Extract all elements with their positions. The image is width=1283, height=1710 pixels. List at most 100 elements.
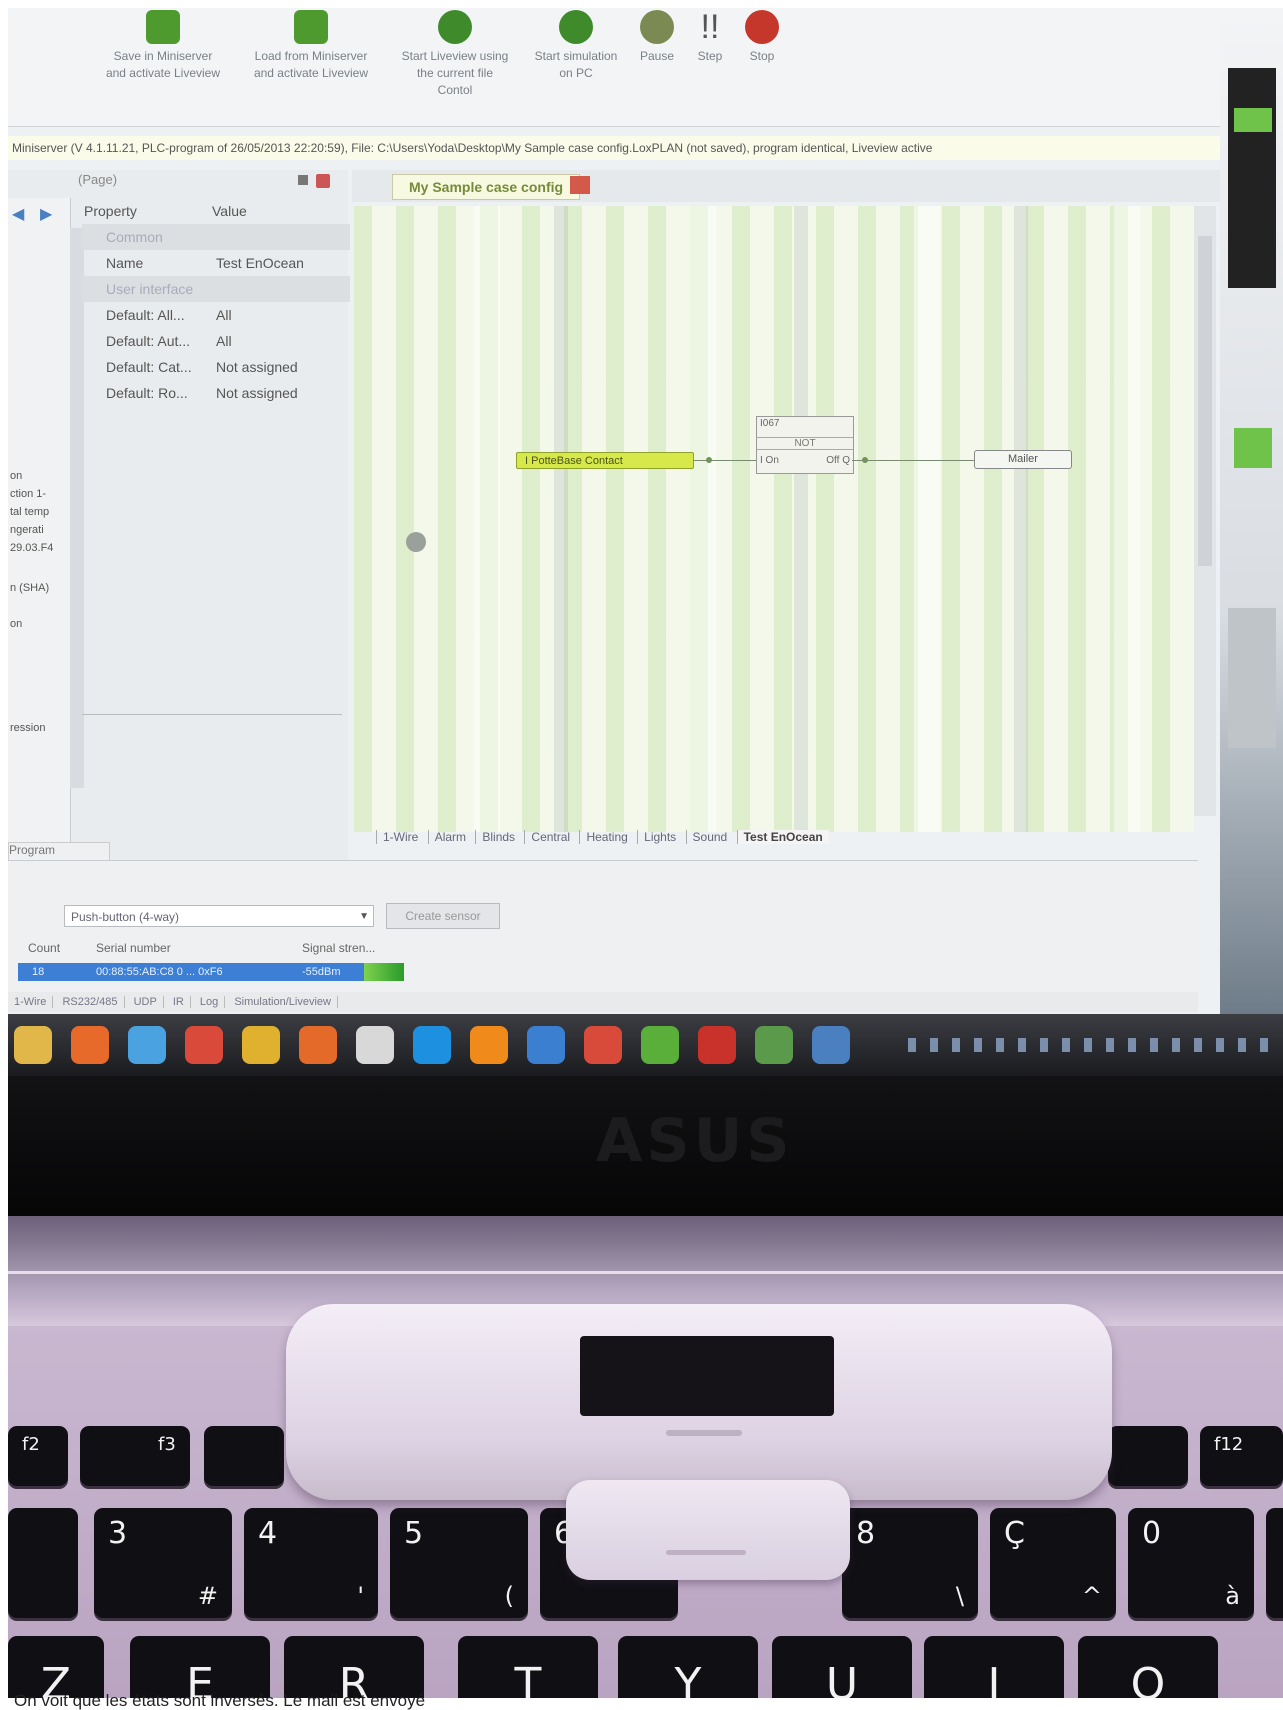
output-block[interactable]: Mailer: [974, 450, 1072, 469]
tab-1-wire[interactable]: 1-Wire: [376, 830, 425, 844]
tab-1-wire-monitor[interactable]: 1-Wire: [8, 996, 54, 1008]
property-row[interactable]: Default: All... All: [82, 302, 350, 328]
firefox-icon[interactable]: [299, 1026, 337, 1064]
app-icon[interactable]: [185, 1026, 223, 1064]
canvas-scrollbar[interactable]: [1194, 206, 1216, 816]
brand-logo: ASUS: [596, 1106, 794, 1176]
tab-simulation-liveview[interactable]: Simulation/Liveview: [228, 996, 338, 1008]
back-arrow-icon[interactable]: ◀: [12, 204, 34, 223]
shadow-stripe: [690, 206, 716, 832]
explorer-icon[interactable]: [14, 1026, 52, 1064]
pdf-icon[interactable]: [584, 1026, 622, 1064]
tab-central[interactable]: Central: [524, 830, 577, 844]
key-t[interactable]: T: [458, 1636, 598, 1698]
tiles-icon[interactable]: [128, 1026, 166, 1064]
media-player-icon[interactable]: [71, 1026, 109, 1064]
not-block[interactable]: I067 NOT I On Off Q: [756, 416, 854, 474]
start-liveview-button[interactable]: Start Liveview using the current file Co…: [388, 8, 522, 99]
key-u[interactable]: U: [772, 1636, 912, 1698]
property-category[interactable]: User interface: [82, 276, 350, 302]
stop-button[interactable]: Stop: [736, 8, 788, 65]
tab-ir[interactable]: IR: [166, 996, 191, 1008]
close-icon[interactable]: [316, 174, 330, 188]
key-f2[interactable]: f2: [8, 1426, 68, 1486]
tab-blinds[interactable]: Blinds: [475, 830, 522, 844]
key-9[interactable]: Ç ^: [990, 1508, 1116, 1618]
wire: [694, 460, 756, 461]
key-label: 5: [404, 1516, 424, 1551]
key-5[interactable]: 5(: [390, 1508, 528, 1618]
property-category[interactable]: Common: [82, 224, 350, 250]
monitor-strip: [1228, 608, 1276, 748]
document-tab[interactable]: My Sample case config: [392, 174, 581, 200]
save-in-miniserver-button[interactable]: Save in Miniserver and activate Liveview: [98, 8, 228, 82]
skype-icon[interactable]: [413, 1026, 451, 1064]
input-block[interactable]: I PotteBase Contact: [516, 452, 694, 469]
book-icon[interactable]: [812, 1026, 850, 1064]
key-z[interactable]: Z: [8, 1636, 104, 1698]
shadow-stripe: [554, 206, 568, 832]
navigator-text: ngerati: [10, 524, 44, 536]
key-f12[interactable]: f12: [1200, 1426, 1283, 1486]
block-output: Off Q: [826, 455, 850, 466]
key-o[interactable]: O: [1078, 1636, 1218, 1698]
evernote-icon[interactable]: [641, 1026, 679, 1064]
key-3[interactable]: 3 #: [94, 1508, 232, 1618]
key-f11[interactable]: [1108, 1426, 1188, 1486]
chevron-down-icon: ▼: [359, 911, 369, 922]
key-i[interactable]: I: [924, 1636, 1064, 1698]
twitter-icon[interactable]: [527, 1026, 565, 1064]
sensor-type-select[interactable]: Push-button (4-way) ▼: [64, 905, 374, 927]
program-canvas[interactable]: [354, 206, 1194, 832]
key-f3[interactable]: f3: [80, 1426, 190, 1486]
scrollbar-thumb[interactable]: [1198, 236, 1212, 566]
chat-icon[interactable]: [356, 1026, 394, 1064]
key-r[interactable]: R: [284, 1636, 424, 1698]
tab-udp[interactable]: UDP: [127, 996, 164, 1008]
key-8[interactable]: 8 \: [842, 1508, 978, 1618]
property-row[interactable]: Default: Ro... Not assigned: [82, 380, 350, 406]
step-button[interactable]: !! Step: [684, 8, 736, 65]
tab-rs232[interactable]: RS232/485: [56, 996, 125, 1008]
tab-test-enocean[interactable]: Test EnOcean: [736, 830, 829, 844]
filezilla-icon[interactable]: [698, 1026, 736, 1064]
close-tab-icon[interactable]: [570, 176, 590, 194]
divider: [82, 714, 342, 715]
pause-button[interactable]: Pause: [630, 8, 684, 65]
tab-log[interactable]: Log: [193, 996, 226, 1008]
properties-title: (Page): [78, 172, 118, 187]
start-simulation-button[interactable]: Start simulation on PC: [522, 8, 630, 82]
key-e[interactable]: E: [130, 1636, 270, 1698]
property-column-header: Property: [84, 203, 137, 219]
key-4[interactable]: 4 ': [244, 1508, 378, 1618]
load-from-miniserver-button[interactable]: Load from Miniserver and activate Livevi…: [236, 8, 386, 82]
home-icon[interactable]: [755, 1026, 793, 1064]
tab-heating[interactable]: Heating: [579, 830, 634, 844]
navigator-column: ◀ ▶ on ction 1- tal temp ngerati 29.03.F…: [8, 198, 71, 848]
signal-column-header[interactable]: Signal stren...: [302, 941, 375, 955]
vlc-icon[interactable]: [470, 1026, 508, 1064]
tab-sound[interactable]: Sound: [685, 830, 734, 844]
tab-alarm[interactable]: Alarm: [427, 830, 473, 844]
key-label: f3: [158, 1434, 176, 1455]
chrome-icon[interactable]: [242, 1026, 280, 1064]
property-row[interactable]: Default: Aut... All: [82, 328, 350, 354]
serial-column-header[interactable]: Serial number: [96, 941, 171, 955]
pin-icon[interactable]: [298, 175, 308, 185]
property-row[interactable]: Default: Cat... Not assigned: [82, 354, 350, 380]
system-tray[interactable]: [908, 1038, 1278, 1052]
key-y[interactable]: Y: [618, 1636, 758, 1698]
count-column-header[interactable]: Count: [28, 941, 60, 955]
key-2[interactable]: [8, 1508, 78, 1618]
tab-lights[interactable]: Lights: [637, 830, 683, 844]
property-row[interactable]: Name Test EnOcean: [82, 250, 350, 276]
forward-arrow-icon[interactable]: ▶: [40, 204, 62, 223]
create-sensor-button[interactable]: Create sensor: [386, 903, 500, 929]
key-f4[interactable]: [204, 1426, 284, 1486]
key-degree[interactable]: [1266, 1508, 1283, 1618]
table-row[interactable]: 18 00:88:55:AB:C8 0 ... 0xF6 -55dBm: [18, 963, 400, 981]
key-0[interactable]: 0à: [1128, 1508, 1254, 1618]
save-server-icon: [146, 10, 180, 44]
monitor-green-bar: [1234, 108, 1272, 132]
toolbar-label: Load from Miniserver and activate Livevi…: [253, 49, 369, 80]
